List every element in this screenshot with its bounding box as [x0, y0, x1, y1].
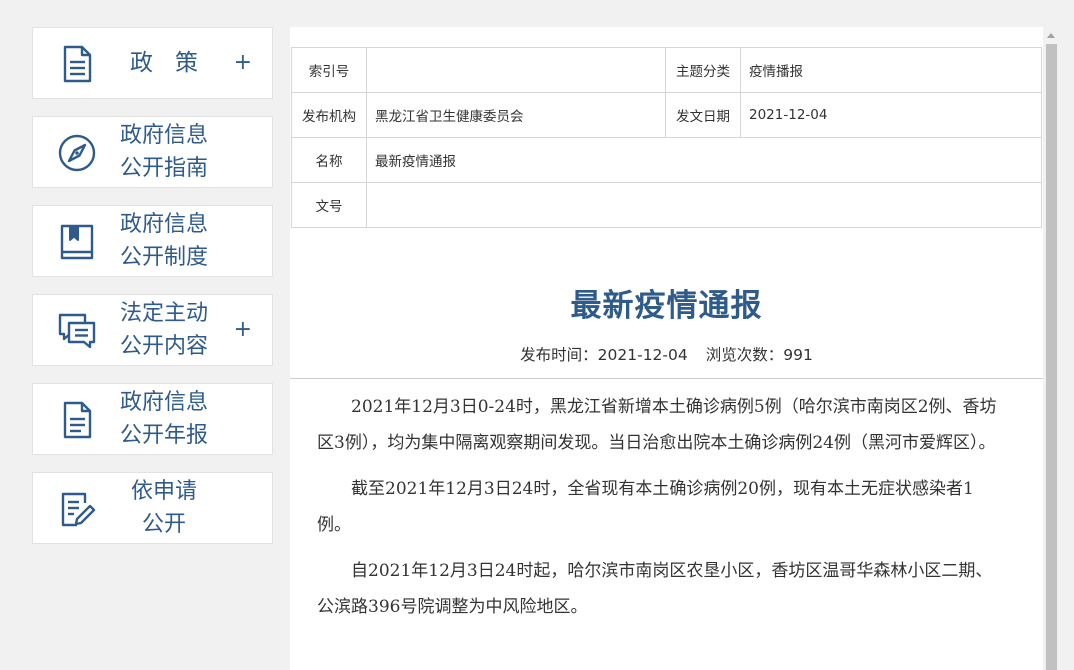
scroll-up-arrow-icon[interactable]	[1047, 33, 1055, 38]
nav-label: 法定主动 公开内容	[119, 301, 208, 359]
name-label: 名称	[291, 137, 367, 183]
paragraph: 截至2021年12月3日24时，全省现有本土确诊病例20例，现有本土无症状感染者…	[317, 479, 974, 535]
document-icon	[57, 44, 97, 84]
nav-label: 政府信息 公开指南	[119, 123, 208, 181]
topic-value: 疫情播报	[740, 47, 1042, 93]
nav-label: 政策	[130, 49, 220, 76]
nav-statutory-content[interactable]: 法定主动 公开内容 +	[32, 294, 273, 366]
article-panel: 索引号 主题分类 疫情播报 发布机构 黑龙江省卫生健康委员会 发文日期 2021…	[290, 27, 1043, 670]
nav-policy[interactable]: 政策 +	[32, 27, 273, 99]
publish-date: 2021-12-04	[597, 346, 688, 364]
nav-apply-disclosure[interactable]: 依申请 公开	[32, 472, 273, 544]
docno-value	[366, 182, 1042, 228]
paragraph: 自2021年12月3日24时起，哈尔滨市南岗区农垦小区，香坊区温哥华森林小区二期…	[317, 561, 993, 617]
issuer-label: 发布机构	[291, 92, 367, 138]
table-row: 文号	[291, 182, 1042, 228]
nav-disclosure-guide[interactable]: 政府信息 公开指南	[32, 116, 273, 188]
vertical-scrollbar[interactable]	[1043, 27, 1060, 670]
book-icon	[57, 222, 97, 262]
nav-label: 政府信息 公开年报	[119, 390, 208, 448]
publish-label: 发布时间：	[520, 346, 598, 364]
table-row: 索引号 主题分类 疫情播报	[291, 47, 1042, 93]
date-label: 发文日期	[665, 92, 741, 138]
expand-icon[interactable]: +	[234, 52, 252, 74]
article-info: 发布时间：2021-12-04 浏览次数：991	[290, 343, 1043, 365]
table-row: 发布机构 黑龙江省卫生健康委员会 发文日期 2021-12-04	[291, 92, 1042, 138]
divider	[290, 378, 1043, 379]
metadata-table: 索引号 主题分类 疫情播报 发布机构 黑龙江省卫生健康委员会 发文日期 2021…	[291, 47, 1042, 228]
article-title: 最新疫情通报	[570, 288, 763, 324]
sidebar-nav: 政策 + 政府信息 公开指南 政府信息 公开制度 法定主动 公开内容 + 政府信…	[32, 27, 273, 561]
edit-document-icon	[57, 489, 97, 529]
compass-icon	[57, 133, 97, 173]
name-value: 最新疫情通报	[366, 137, 1042, 183]
views-count: 991	[783, 346, 813, 364]
report-icon	[57, 400, 97, 440]
date-value: 2021-12-04	[740, 92, 1042, 138]
paragraph: 2021年12月3日0-24时，黑龙江省新增本土确诊病例5例（哈尔滨市南岗区2例…	[317, 397, 997, 453]
scroll-thumb[interactable]	[1046, 44, 1057, 670]
index-value	[366, 47, 666, 93]
expand-icon[interactable]: +	[234, 319, 252, 341]
nav-annual-report[interactable]: 政府信息 公开年报	[32, 383, 273, 455]
nav-disclosure-system[interactable]: 政府信息 公开制度	[32, 205, 273, 277]
table-row: 名称 最新疫情通报	[291, 137, 1042, 183]
topic-label: 主题分类	[665, 47, 741, 93]
chat-icon	[57, 311, 97, 351]
article-body: 2021年12月3日0-24时，黑龙江省新增本土确诊病例5例（哈尔滨市南岗区2例…	[317, 389, 1007, 635]
views-label: 浏览次数：	[705, 346, 784, 364]
docno-label: 文号	[291, 182, 367, 228]
nav-label: 依申请 公开	[130, 479, 197, 537]
index-label: 索引号	[291, 47, 367, 93]
nav-label: 政府信息 公开制度	[119, 212, 208, 270]
issuer-value: 黑龙江省卫生健康委员会	[366, 92, 666, 138]
